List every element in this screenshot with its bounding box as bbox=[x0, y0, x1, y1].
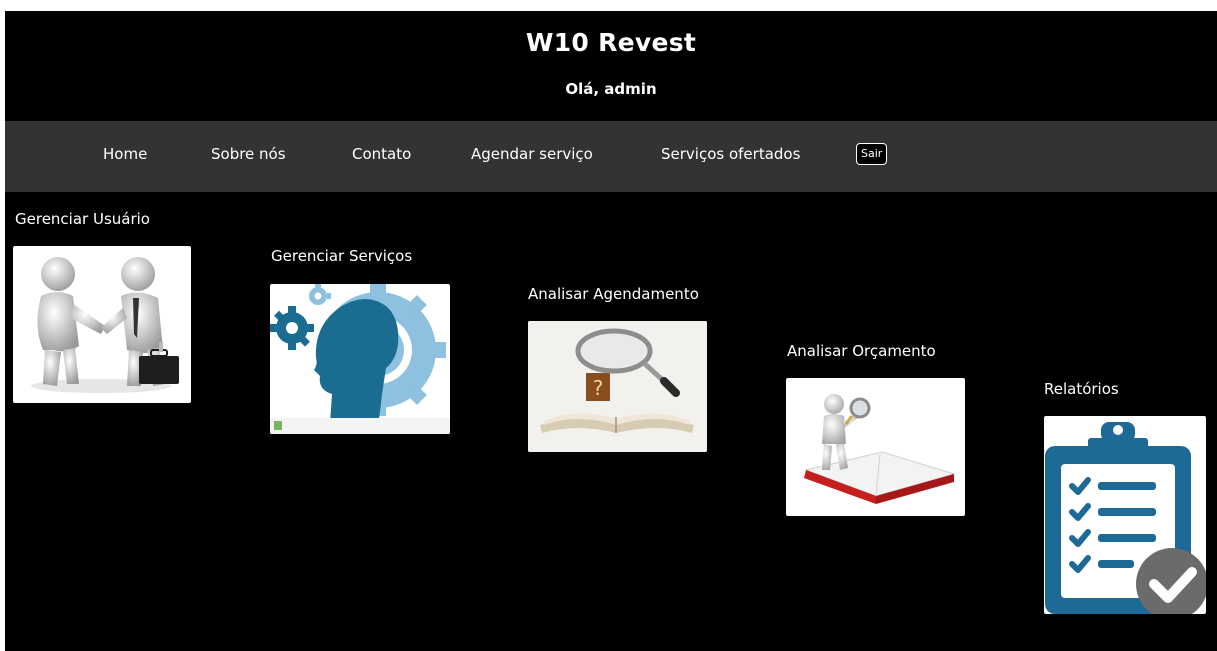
nav-contact-link[interactable]: Contato bbox=[352, 145, 411, 163]
nav-about-link[interactable]: Sobre nós bbox=[211, 145, 286, 163]
analyze-schedule-card[interactable]: ? bbox=[528, 321, 707, 452]
analyze-budget-title[interactable]: Analisar Orçamento bbox=[787, 342, 936, 360]
analyze-budget-card[interactable] bbox=[786, 378, 965, 516]
manage-users-card[interactable] bbox=[13, 246, 191, 403]
site-header: W10 Revest Olá, admin bbox=[5, 11, 1217, 121]
user-greeting: Olá, admin bbox=[565, 80, 657, 98]
handshake-icon bbox=[31, 257, 179, 393]
gears-head-icon bbox=[270, 284, 450, 434]
nav-home-link[interactable]: Home bbox=[103, 145, 147, 163]
site-title: W10 Revest bbox=[525, 28, 697, 57]
logout-button[interactable]: Sair bbox=[856, 143, 888, 165]
manage-users-title[interactable]: Gerenciar Usuário bbox=[15, 210, 150, 228]
figure-magnifier-book-icon bbox=[804, 394, 956, 504]
nav-schedule-link[interactable]: Agendar serviço bbox=[471, 145, 593, 163]
manage-services-title[interactable]: Gerenciar Serviços bbox=[271, 247, 412, 265]
magnifier-book-icon: ? bbox=[528, 321, 707, 452]
manage-services-card[interactable] bbox=[270, 284, 450, 434]
nav-services-link[interactable]: Serviços ofertados bbox=[661, 145, 800, 163]
page-frame: W10 Revest Olá, admin Home Sobre nós Con… bbox=[5, 11, 1217, 651]
clipboard-check-icon bbox=[1045, 422, 1206, 614]
svg-text:?: ? bbox=[593, 376, 604, 400]
reports-card[interactable] bbox=[1044, 416, 1206, 614]
analyze-schedule-title[interactable]: Analisar Agendamento bbox=[528, 285, 699, 303]
main-navbar: Home Sobre nós Contato Agendar serviço S… bbox=[5, 121, 1217, 192]
reports-title[interactable]: Relatórios bbox=[1044, 380, 1119, 398]
